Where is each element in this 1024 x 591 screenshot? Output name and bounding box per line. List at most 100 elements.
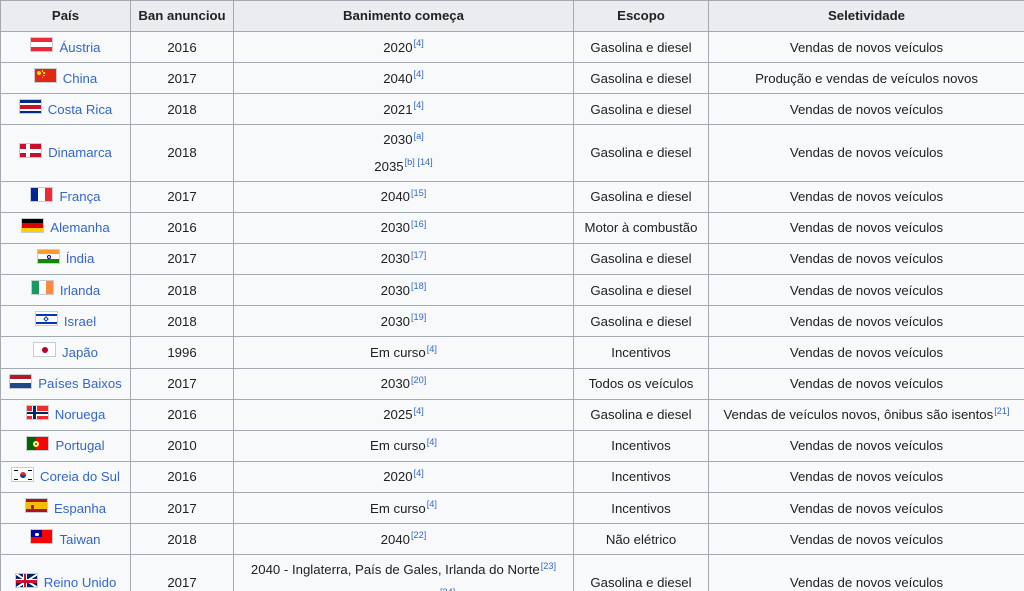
flag-india-icon: [36, 248, 60, 269]
cell-selectivity: Vendas de novos veículos: [708, 93, 1024, 126]
country-link[interactable]: Costa Rica: [48, 100, 113, 119]
reference-link[interactable]: [4]: [414, 100, 424, 110]
selectivity-value: Vendas de novos veículos: [789, 251, 944, 267]
reference-link[interactable]: [16]: [411, 219, 426, 229]
cell-scope: Todos os veículos: [573, 367, 709, 400]
cell-scope: Gasolina e diesel: [573, 274, 709, 307]
country-link[interactable]: Índia: [66, 249, 95, 268]
selectivity-value: Vendas de veículos novos, ônibus são ise…: [723, 407, 994, 423]
selectivity-value: Vendas de novos veículos: [789, 531, 944, 547]
country-link[interactable]: Taiwan: [59, 530, 100, 549]
cell-ban-start: 2020[4]: [233, 30, 574, 64]
ban-start-line-1: 2040[15]: [241, 187, 566, 206]
flag-netherlands-icon: [9, 373, 33, 394]
reference-link[interactable]: [4]: [427, 344, 437, 354]
reference-link[interactable]: [a]: [414, 131, 424, 141]
country-link[interactable]: China: [63, 69, 97, 88]
table-row: Taiwan 2018 2040[22] Não elétrico Vendas de …: [0, 523, 1024, 556]
country-link[interactable]: Áustria: [59, 38, 100, 57]
cell-announced-year: 2010: [130, 429, 234, 462]
table-row: Países Baixos 2017 2030[20] Todos os veícul…: [0, 367, 1024, 400]
table-row: França 2017 2040[15] Gasolina e diesel Venda…: [0, 180, 1024, 213]
cell-scope: Gasolina e diesel: [573, 398, 709, 431]
cell-announced-year: 2017: [130, 492, 234, 525]
ban-start-line-1: Em curso[4]: [241, 343, 566, 362]
cell-country: China: [0, 62, 131, 95]
country-link[interactable]: França: [59, 187, 100, 206]
ban-start-value: 2020: [383, 469, 413, 485]
selectivity-value: Vendas de novos veículos: [789, 313, 944, 329]
reference-link[interactable]: [19]: [411, 312, 426, 322]
ban-start-line-2: 2032 - Escócia[24]: [241, 587, 566, 591]
table-row: Israel 2018 2030[19] Gasolina e diesel Venda…: [0, 305, 1024, 338]
ban-start-line-1: 2030[16]: [241, 218, 566, 237]
reference-link[interactable]: [23]: [541, 561, 556, 571]
ban-start-value: 2030: [380, 251, 410, 267]
flag-portugal-icon: [26, 435, 50, 456]
table-row: Portugal 2010 Em curso[4] Incentivos Vendas …: [0, 429, 1024, 462]
ban-start-value: Em curso: [370, 344, 426, 360]
table-row: China 2017 2040[4] Gasolina e diesel Produçã…: [0, 62, 1024, 95]
cell-announced-year: 2017: [130, 62, 234, 95]
reference-link[interactable]: [4]: [414, 38, 424, 48]
selectivity-value: Vendas de novos veículos: [789, 500, 944, 516]
table-row: Coreia do Sul 2016 2020[4] Incentivos Vendas…: [0, 460, 1024, 494]
reference-link[interactable]: [4]: [414, 406, 424, 416]
ban-start-value: 2040: [383, 70, 413, 86]
cell-announced-year: 2018: [130, 305, 234, 338]
table-row: Áustria 2016 2020[4] Gasolina e diesel Venda…: [0, 30, 1024, 64]
selectivity-value: Vendas de novos veículos: [789, 376, 944, 392]
country-link[interactable]: Noruega: [55, 405, 106, 424]
country-link[interactable]: Espanha: [54, 499, 106, 518]
cell-announced-year: 2018: [130, 274, 234, 307]
vehicle-ban-table: País Ban anunciou Banimento começa Escop…: [0, 0, 1024, 591]
reference-link[interactable]: [4]: [414, 468, 424, 478]
column-header-pais: País: [0, 0, 131, 32]
reference-link[interactable]: [20]: [411, 375, 426, 385]
ban-start-line-1: 2025[4]: [241, 405, 566, 424]
table-row: Reino Unido 2017 2040 - Inglaterra, País d…: [0, 554, 1024, 591]
cell-announced-year: 2018: [130, 93, 234, 126]
reference-link[interactable]: [17]: [411, 250, 426, 260]
country-link[interactable]: Japão: [62, 343, 98, 362]
cell-scope: Gasolina e diesel: [573, 180, 709, 213]
cell-scope: Gasolina e diesel: [573, 124, 709, 182]
country-link[interactable]: Israel: [64, 312, 96, 331]
table-header: País Ban anunciou Banimento começa Escop…: [0, 0, 1024, 32]
reference-link[interactable]: [4]: [414, 69, 424, 79]
country-link[interactable]: Irlanda: [60, 281, 100, 300]
cell-ban-start: 2040[15]: [233, 180, 574, 213]
flag-denmark-icon: [19, 142, 43, 163]
selectivity-value: Vendas de novos veículos: [789, 469, 944, 485]
selectivity-value: Vendas de novos veículos: [789, 39, 944, 55]
cell-selectivity: Produção e vendas de veículos novos: [708, 62, 1024, 95]
flag-spain-icon: [24, 498, 48, 518]
reference-link[interactable]: [22]: [411, 530, 426, 540]
reference-link[interactable]: [4]: [427, 437, 437, 447]
country-link[interactable]: Coreia do Sul: [40, 467, 120, 486]
cell-country: Áustria: [0, 30, 131, 64]
ban-start-value: Em curso: [370, 500, 426, 516]
country-link[interactable]: Dinamarca: [48, 143, 112, 162]
column-header-escopo: Escopo: [573, 0, 709, 32]
cell-selectivity: Vendas de novos veículos: [708, 242, 1024, 276]
ban-start-line-1: 2020[4]: [241, 467, 566, 486]
country-link[interactable]: Alemanha: [50, 218, 109, 237]
cell-scope: Gasolina e diesel: [573, 93, 709, 126]
reference-link[interactable]: [4]: [427, 499, 437, 509]
reference-link[interactable]: [15]: [411, 188, 426, 198]
country-link[interactable]: Portugal: [55, 436, 104, 455]
flag-japan-icon: [33, 342, 57, 362]
ban-start-line-1: 2030[18]: [241, 281, 566, 300]
reference-link[interactable]: [24]: [440, 587, 455, 591]
table-row: Irlanda 2018 2030[18] Gasolina e diesel Vend…: [0, 274, 1024, 307]
cell-announced-year: 2016: [130, 211, 234, 244]
cell-announced-year: 2016: [130, 398, 234, 431]
cell-scope: Incentivos: [573, 336, 709, 369]
country-link[interactable]: Reino Unido: [44, 573, 117, 591]
reference-link[interactable]: [21]: [994, 406, 1009, 416]
ban-start-value: 2030: [380, 313, 410, 329]
reference-link[interactable]: [18]: [411, 281, 426, 291]
country-link[interactable]: Países Baixos: [38, 374, 122, 393]
reference-link[interactable]: [b] [14]: [405, 157, 433, 167]
